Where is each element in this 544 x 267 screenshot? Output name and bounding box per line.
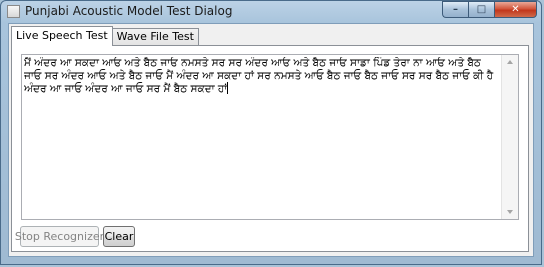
close-button[interactable]: ✕ — [494, 1, 537, 18]
arrow-down-icon — [507, 210, 513, 214]
scroll-up-button[interactable] — [502, 55, 518, 69]
tab-live-speech-test[interactable]: Live Speech Test — [11, 26, 113, 46]
dialog-client-area: Live Speech Test Wave File Test ਮੈਂ ਅੰਦਰ… — [8, 23, 534, 257]
close-icon: ✕ — [511, 3, 520, 15]
window-title: Punjabi Acoustic Model Test Dialog — [25, 4, 233, 18]
dialog-window: Punjabi Acoustic Model Test Dialog – □ ✕… — [0, 0, 542, 265]
recognized-text-box[interactable]: ਮੈਂ ਅੰਦਰ ਆ ਸਕਦਾ ਆਓ ਅਤੇ ਬੈਠ ਜਾਓ ਨਮਸਤੇ ਸਰ … — [21, 54, 519, 220]
scroll-down-button[interactable] — [502, 205, 518, 219]
arrow-up-icon — [507, 60, 513, 64]
minimize-icon: – — [453, 3, 458, 15]
app-icon — [7, 5, 20, 18]
maximize-button[interactable]: □ — [468, 1, 494, 18]
tab-wave-file-test[interactable]: Wave File Test — [111, 28, 199, 46]
recognized-text[interactable]: ਮੈਂ ਅੰਦਰ ਆ ਸਕਦਾ ਆਓ ਅਤੇ ਬੈਠ ਜਾਓ ਨਮਸਤੇ ਸਰ … — [24, 57, 498, 217]
minimize-button[interactable]: – — [442, 1, 468, 18]
clear-button[interactable]: Clear — [103, 226, 135, 247]
maximize-icon: □ — [476, 3, 487, 15]
caption-buttons: – □ ✕ — [442, 1, 537, 18]
text-caret — [227, 82, 229, 94]
live-speech-panel: ਮੈਂ ਅੰਦਰ ਆ ਸਕਦਾ ਆਓ ਅਤੇ ਬੈਠ ਜਾਓ ਨਮਸਤੇ ਸਰ … — [11, 45, 529, 252]
recognized-text-value: ਮੈਂ ਅੰਦਰ ਆ ਸਕਦਾ ਆਓ ਅਤੇ ਬੈਠ ਜਾਓ ਨਮਸਤੇ ਸਰ … — [24, 57, 494, 95]
stop-recognizer-button[interactable]: Stop Recognizer — [15, 226, 104, 247]
tab-strip: Live Speech Test Wave File Test — [11, 26, 199, 46]
vertical-scrollbar[interactable] — [501, 55, 518, 219]
title-bar[interactable]: Punjabi Acoustic Model Test Dialog – □ ✕ — [1, 1, 541, 23]
